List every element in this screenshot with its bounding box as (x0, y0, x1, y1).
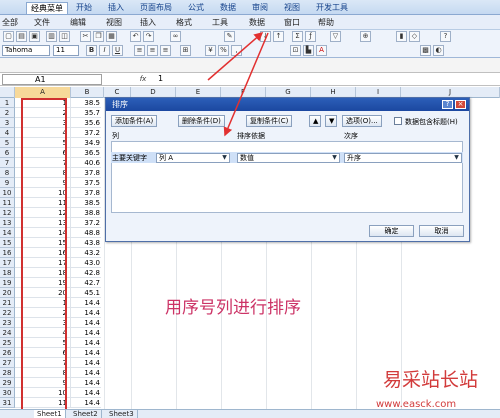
annotation-arrows (207, 32, 269, 137)
arrow-to-data-menu (207, 32, 264, 81)
watermark-logo: 易采站长站 (383, 369, 479, 391)
arrow-to-sort-dialog (223, 32, 269, 137)
watermark-url: www.easck.com (376, 399, 457, 410)
annotation-text: 用序号列进行排序 (165, 298, 301, 318)
